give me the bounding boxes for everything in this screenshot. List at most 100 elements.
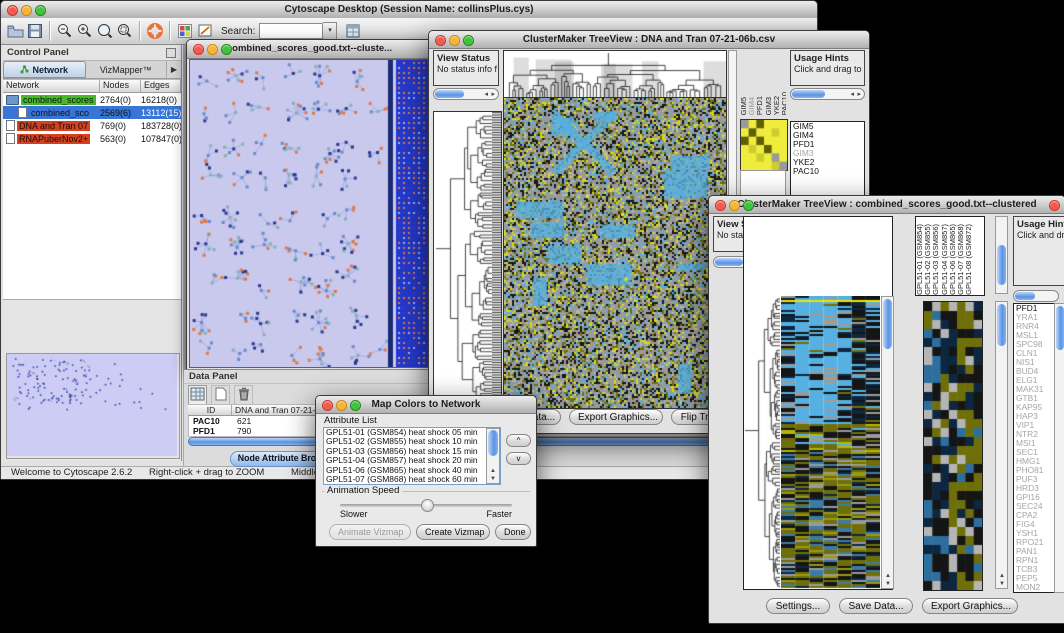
open-session-icon[interactable] bbox=[5, 21, 25, 41]
zoom-button[interactable] bbox=[221, 44, 232, 55]
zoom-heatmap-canvas[interactable] bbox=[923, 301, 983, 591]
network-view-canvas[interactable] bbox=[189, 59, 432, 368]
column-header-network: Network bbox=[3, 80, 100, 92]
column-dendrogram-canvas[interactable] bbox=[503, 50, 727, 98]
column-label[interactable]: PAC10 bbox=[781, 92, 786, 115]
zoom-vscrollbar[interactable]: ▲ ▼ bbox=[995, 301, 1008, 589]
zoom-button[interactable] bbox=[463, 35, 474, 46]
gene-label[interactable]: PAC10 bbox=[791, 167, 864, 176]
scroll-thumb[interactable] bbox=[997, 245, 1006, 285]
slider-thumb[interactable] bbox=[421, 499, 434, 512]
minimize-button[interactable] bbox=[21, 5, 32, 16]
close-button[interactable] bbox=[715, 200, 726, 211]
attribute-list[interactable]: GPL51-01 (GSM854) heat shock 05 minGPL51… bbox=[323, 427, 501, 485]
zoom-button[interactable] bbox=[35, 5, 46, 16]
scroll-thumb[interactable] bbox=[1015, 292, 1035, 300]
minimize-button[interactable] bbox=[336, 400, 347, 411]
export-graphics-button[interactable]: Export Graphics... bbox=[922, 598, 1018, 614]
view-status-scrollbar[interactable]: ◂ ▸ bbox=[433, 88, 499, 100]
network-overview-panel[interactable] bbox=[6, 353, 180, 459]
row-dendrogram-canvas[interactable] bbox=[744, 296, 780, 589]
network-table-row[interactable]: combined_scores2764(0)16218(0) bbox=[3, 93, 181, 106]
zoom-heatmap-canvas[interactable] bbox=[740, 119, 788, 171]
zoom-button[interactable] bbox=[350, 400, 361, 411]
scroll-up-arrow[interactable]: ▲ bbox=[999, 573, 1005, 579]
save-session-icon[interactable] bbox=[25, 21, 45, 41]
column-label[interactable]: GPL51-08 (GSM872) bbox=[965, 224, 973, 295]
scroll-down-arrow[interactable]: ▼ bbox=[999, 581, 1005, 587]
dialog-title-bar[interactable]: Map Colors to Network bbox=[316, 396, 536, 414]
save-data-button[interactable]: Save Data... bbox=[839, 598, 913, 614]
minimize-button[interactable] bbox=[449, 35, 460, 46]
animate-vizmap-button[interactable]: Animate Vizmap bbox=[329, 524, 411, 540]
vizmapper-grid-icon[interactable] bbox=[175, 21, 195, 41]
labels-vscrollbar[interactable] bbox=[995, 216, 1008, 294]
scroll-right-arrow[interactable]: ▸ bbox=[857, 90, 861, 99]
zoom-in-icon[interactable] bbox=[75, 21, 95, 41]
scroll-thumb[interactable] bbox=[792, 90, 825, 98]
list-vscrollbar[interactable] bbox=[1054, 303, 1064, 593]
folder-icon bbox=[6, 95, 19, 105]
network-overview-canvas[interactable] bbox=[7, 354, 177, 456]
zoom-button[interactable] bbox=[743, 200, 754, 211]
search-input[interactable] bbox=[259, 23, 323, 39]
scroll-thumb[interactable] bbox=[1056, 306, 1064, 350]
gene-label[interactable]: MON2 bbox=[1014, 583, 1054, 592]
done-button[interactable]: Done bbox=[495, 524, 531, 540]
close-button[interactable] bbox=[193, 44, 204, 55]
scroll-thumb[interactable] bbox=[715, 258, 743, 266]
move-down-button[interactable]: v bbox=[506, 452, 531, 465]
hints-scrollbar[interactable]: ◂ ▸ bbox=[790, 88, 865, 100]
close-button[interactable] bbox=[435, 35, 446, 46]
main-title-bar[interactable]: Cytoscape Desktop (Session Name: collins… bbox=[1, 1, 817, 19]
zoom-fit-icon[interactable] bbox=[95, 21, 115, 41]
attribute-list-scrollbar[interactable]: ▲ ▼ bbox=[486, 428, 500, 484]
network-table-row[interactable]: combined_sco2569(6)13112(15) bbox=[3, 106, 181, 119]
global-vscrollbar[interactable]: ▲ ▼ bbox=[881, 296, 894, 589]
scroll-thumb[interactable] bbox=[997, 304, 1006, 346]
create-vizmap-button[interactable]: Create Vizmap bbox=[416, 524, 490, 540]
network-table-icon[interactable] bbox=[343, 21, 363, 41]
speed-slider[interactable] bbox=[340, 504, 512, 507]
row-dendrogram-canvas[interactable] bbox=[433, 111, 493, 408]
float-panel-icon[interactable] bbox=[166, 48, 176, 58]
scroll-up-arrow[interactable]: ▲ bbox=[885, 573, 891, 579]
zoom-selected-region-icon[interactable] bbox=[115, 21, 135, 41]
scroll-left-arrow[interactable]: ◂ bbox=[484, 90, 488, 99]
scroll-right-arrow[interactable]: ▸ bbox=[491, 90, 495, 99]
tab-network[interactable]: Network bbox=[3, 61, 86, 78]
treeview1-title-bar[interactable]: ClusterMaker TreeView : DNA and Tran 07-… bbox=[429, 31, 869, 49]
move-up-button[interactable]: ^ bbox=[506, 434, 531, 447]
help-lifesaver-icon[interactable] bbox=[145, 21, 165, 41]
hints-scrollbar[interactable] bbox=[1013, 290, 1059, 302]
minimize-button[interactable] bbox=[729, 200, 740, 211]
network-table-row[interactable]: RNAPuberNov2+563(0)107847(0) bbox=[3, 132, 181, 145]
zoom-out-icon[interactable] bbox=[55, 21, 75, 41]
close-button[interactable] bbox=[7, 5, 18, 16]
faster-label: Faster bbox=[486, 509, 512, 519]
scroll-up-arrow[interactable]: ▲ bbox=[490, 468, 496, 474]
network-table-header: Network Nodes Edges bbox=[3, 79, 181, 93]
scroll-left-arrow[interactable]: ◂ bbox=[850, 90, 854, 99]
scroll-down-arrow[interactable]: ▼ bbox=[490, 476, 496, 482]
global-heatmap-canvas[interactable] bbox=[503, 97, 727, 409]
network-view-title-bar[interactable]: combined_scores_good.txt--cluste... bbox=[187, 40, 432, 59]
background-window-close-button[interactable] bbox=[1049, 200, 1060, 211]
scroll-thumb[interactable] bbox=[488, 430, 498, 456]
attribute-item[interactable]: GPL51-07 (GSM868) heat shock 60 min bbox=[324, 475, 500, 484]
scroll-down-arrow[interactable]: ▼ bbox=[885, 581, 891, 587]
settings-button[interactable]: Settings... bbox=[766, 598, 830, 614]
network-table-row[interactable]: DNA and Tran 07769(0)183728(0) bbox=[3, 119, 181, 132]
search-dropdown-arrow[interactable]: ▾ bbox=[323, 22, 337, 40]
animation-speed-label: Animation Speed bbox=[324, 485, 402, 496]
export-graphics-button[interactable]: Export Graphics... bbox=[569, 409, 663, 425]
global-heatmap-canvas[interactable] bbox=[781, 296, 880, 589]
close-button[interactable] bbox=[322, 400, 333, 411]
scroll-thumb[interactable] bbox=[883, 299, 892, 349]
tab-vizmapper[interactable]: VizMapper™ bbox=[86, 61, 167, 78]
minimize-button[interactable] bbox=[207, 44, 218, 55]
treeview2-title-bar[interactable]: ClusterMaker TreeView : combined_scores_… bbox=[709, 196, 1064, 214]
annotation-icon[interactable] bbox=[195, 21, 215, 41]
tab-overflow-arrow[interactable]: ▶ bbox=[166, 61, 181, 78]
scroll-thumb[interactable] bbox=[435, 90, 464, 98]
